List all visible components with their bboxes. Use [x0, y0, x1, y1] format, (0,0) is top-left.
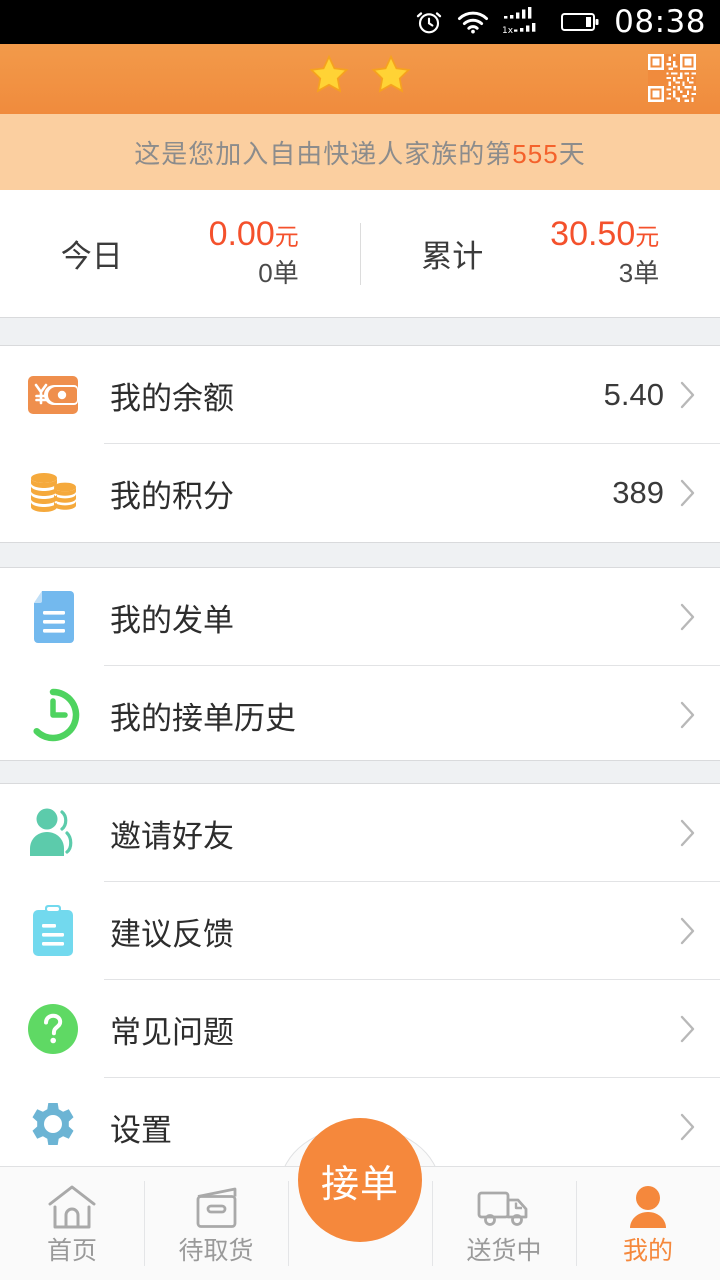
- chevron-right-icon: [680, 381, 696, 409]
- truck-icon: [476, 1183, 532, 1231]
- wallet-icon: [24, 371, 82, 419]
- stat-today-label: 今日: [60, 239, 123, 274]
- rating-stars: [0, 54, 720, 101]
- stat-today-orders: 0单: [258, 258, 299, 289]
- invite-friends-icon: [24, 806, 82, 860]
- row-label: 我的接单历史: [110, 700, 296, 736]
- row-faq[interactable]: 常见问题: [0, 980, 720, 1078]
- wifi-icon: [457, 9, 489, 35]
- row-order-history[interactable]: 我的接单历史: [0, 666, 720, 764]
- banner-suffix: 天: [558, 138, 586, 169]
- row-label: 我的发单: [110, 602, 234, 638]
- qr-code-icon[interactable]: [648, 54, 696, 102]
- row-feedback[interactable]: 建议反馈: [0, 882, 720, 980]
- membership-banner: 这是您加入自由快递人家族的第555天: [0, 114, 720, 190]
- nav-label: 待取货: [178, 1237, 254, 1265]
- row-label: 我的余额: [110, 380, 234, 416]
- stat-total-label: 累计: [421, 239, 484, 274]
- app-root: 1x 08:38 这是您加入自由快递人家族的第555天 今日 0.00元 0单 …: [0, 0, 720, 1280]
- nav-item-mine[interactable]: 我的: [576, 1167, 720, 1280]
- stat-today-amount: 0.00元: [208, 215, 299, 254]
- nav-item-home[interactable]: 首页: [0, 1167, 144, 1280]
- row-label: 我的积分: [110, 478, 234, 514]
- row-value: 389: [612, 475, 664, 510]
- row-my-orders[interactable]: 我的发单: [0, 568, 720, 666]
- stat-total: 累计 30.50元 3单: [361, 217, 720, 289]
- nav-label: 我的: [622, 1237, 673, 1265]
- section-gap-1: [0, 317, 720, 346]
- banner-prefix: 这是您加入自由快递人家族的第: [134, 138, 513, 169]
- row-my-balance[interactable]: 我的余额 5.40: [0, 346, 720, 444]
- accept-order-button[interactable]: 接单: [298, 1118, 422, 1242]
- row-label: 常见问题: [110, 1014, 234, 1050]
- stat-today-values: 0.00元 0单: [149, 217, 299, 289]
- chevron-right-icon: [680, 701, 696, 729]
- nav-item-pending-pickup[interactable]: 待取货: [144, 1167, 288, 1280]
- gear-icon: [24, 1100, 82, 1154]
- banner-days: 555: [512, 138, 559, 169]
- person-icon: [622, 1183, 674, 1231]
- row-invite-friends[interactable]: 邀请好友: [0, 784, 720, 882]
- row-label: 建议反馈: [110, 916, 234, 952]
- membership-banner-text: 这是您加入自由快递人家族的第555天: [134, 134, 585, 171]
- status-time: 08:38: [614, 3, 706, 40]
- chevron-right-icon: [680, 917, 696, 945]
- row-label: 邀请好友: [110, 818, 234, 854]
- account-group: 我的余额 5.40 我的积分 389: [0, 346, 720, 542]
- home-icon: [46, 1183, 98, 1231]
- battery-icon: [561, 10, 601, 34]
- section-gap-2: [0, 542, 720, 568]
- support-group: 邀请好友 建议反馈 常见问题 设置: [0, 784, 720, 1176]
- svg-text:1x: 1x: [502, 26, 514, 36]
- clipboard-icon: [24, 903, 82, 959]
- row-value: 5.40: [603, 377, 664, 412]
- document-icon: [24, 589, 82, 645]
- section-gap-3: [0, 760, 720, 784]
- profile-header: [0, 44, 720, 114]
- chevron-right-icon: [680, 1015, 696, 1043]
- chevron-right-icon: [680, 479, 696, 507]
- coins-icon: [24, 468, 82, 518]
- nav-label: 送货中: [466, 1237, 542, 1265]
- chevron-right-icon: [680, 603, 696, 631]
- package-icon: [190, 1183, 242, 1231]
- stat-total-values: 30.50元 3单: [509, 217, 659, 289]
- nav-label: 首页: [46, 1237, 97, 1265]
- stat-total-amount: 30.50元: [550, 215, 660, 254]
- chevron-right-icon: [680, 819, 696, 847]
- orders-group: 我的发单 我的接单历史: [0, 568, 720, 764]
- earnings-summary: 今日 0.00元 0单 累计 30.50元 3单: [0, 190, 720, 317]
- question-circle-icon: [24, 1002, 82, 1056]
- chevron-right-icon: [680, 1113, 696, 1141]
- status-bar: 1x 08:38: [0, 0, 720, 44]
- alarm-icon: [414, 7, 444, 37]
- star-icon: [369, 54, 413, 101]
- stat-today: 今日 0.00元 0单: [0, 217, 360, 289]
- row-my-points[interactable]: 我的积分 389: [0, 444, 720, 542]
- history-clock-icon: [24, 688, 82, 742]
- signal-icon: 1x: [502, 7, 548, 37]
- nav-item-delivering[interactable]: 送货中: [432, 1167, 576, 1280]
- stat-total-orders: 3单: [618, 258, 660, 289]
- star-icon: [307, 54, 351, 101]
